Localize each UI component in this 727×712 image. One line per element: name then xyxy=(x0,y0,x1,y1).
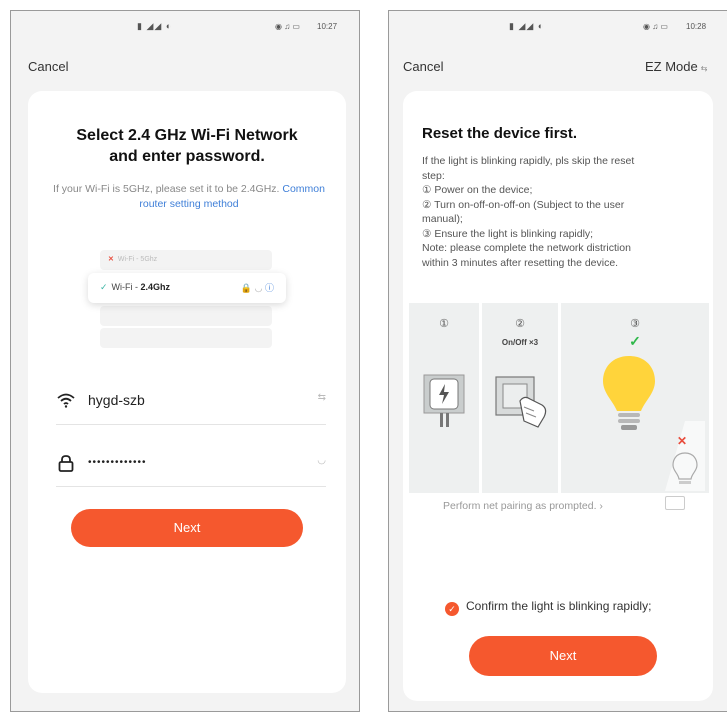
check-icon: ✓ xyxy=(100,282,108,292)
wifi-ssid-field[interactable]: hygd-szb ⇆ xyxy=(56,386,326,416)
reset-instructions-card: Reset the device first. If the light is … xyxy=(403,91,713,701)
step-number: ② xyxy=(515,318,525,330)
wifi-setup-screen: ▮ ◢◢ ◐ ◉ ♫ ▭ 10:27 Cancel Select 2.4 GHz… xyxy=(10,10,360,712)
reset-step-line: ① Power on the device; xyxy=(422,184,533,196)
next-button[interactable]: Next xyxy=(71,509,303,547)
steps-illustration: ① ② On/Off ×3 ③ ✓ ✕ xyxy=(409,303,709,493)
page-title: Select 2.4 GHz Wi-Fi Network and enter p… xyxy=(76,127,298,165)
step-3-panel: ③ ✓ ✕ xyxy=(561,303,709,493)
on-off-label: On/Off ×3 xyxy=(501,338,539,347)
checked-icon: ✓ xyxy=(445,602,459,616)
status-bar: ▮ ◢◢ ◐ ◉ ♫ ▭ 10:27 xyxy=(11,11,359,43)
info-icon: ⓘ xyxy=(264,283,274,293)
wifi-password-field[interactable]: ••••••••••••• ◡ xyxy=(56,449,326,479)
reset-step-line: ② Turn on-off-on-off-on (Subject to the … xyxy=(422,198,625,211)
status-icons: ◉ ♫ ▭ xyxy=(643,22,668,31)
status-bar: ▮ ◢◢ ◐ ◉ ♫ ▭ 10:28 xyxy=(389,11,727,43)
reset-step-line: If the light is blinking rapidly, pls sk… xyxy=(422,155,635,167)
light-switch-icon xyxy=(495,376,547,428)
reset-step-line: step: xyxy=(422,169,445,182)
light-bulb-on-icon xyxy=(603,356,655,430)
page-title: Reset the device first. xyxy=(422,125,578,142)
net-pairing-link[interactable]: Perform net pairing as prompted. › xyxy=(443,500,603,512)
ez-mode-button[interactable]: EZ Mode ⇆ xyxy=(645,59,707,74)
divider xyxy=(56,424,326,425)
reset-step-line: within 3 minutes after resetting the dev… xyxy=(422,256,619,269)
cross-icon: ✕ xyxy=(108,256,114,263)
divider xyxy=(56,486,326,487)
show-password-icon[interactable]: ◡ xyxy=(317,455,326,466)
step-number: ① xyxy=(439,318,449,330)
reset-steps-text: If the light is blinking rapidly, pls sk… xyxy=(422,154,703,270)
light-bulb-off-icon: ✕ xyxy=(665,421,705,491)
wifi-icon xyxy=(57,393,75,408)
wifi-5ghz-row: ✕ Wi-Fi - 5Ghz xyxy=(100,250,272,270)
svg-text:✕: ✕ xyxy=(677,434,687,448)
reset-device-screen: ▮ ◢◢ ◐ ◉ ♫ ▭ 10:28 Cancel EZ Mode ⇆ Reset… xyxy=(388,10,727,712)
wifi-signal-icon: 🔒 ◡ ⓘ xyxy=(240,283,274,293)
wifi-2-4ghz-row: ✓ Wi-Fi - 2.4Ghz 🔒 ◡ ⓘ xyxy=(88,273,286,303)
wifi-illustration: ✕ Wi-Fi - 5Ghz ✓ Wi-Fi - 2.4Ghz 🔒 ◡ ⓘ xyxy=(88,246,286,348)
status-icons: ◉ ♫ ▭ xyxy=(275,22,300,31)
step-number: ③ xyxy=(630,318,640,330)
cancel-button[interactable]: Cancel xyxy=(28,59,68,74)
lock-icon xyxy=(58,455,74,472)
status-time: 10:27 xyxy=(317,22,338,31)
switch-mode-icon: ⇆ xyxy=(700,64,708,73)
step-2-panel: ② On/Off ×3 xyxy=(482,303,558,493)
device-help-icon[interactable] xyxy=(665,496,685,510)
status-indicators: ▮ ◢◢ ◐ xyxy=(137,21,173,31)
password-value: ••••••••••••• xyxy=(88,457,147,468)
reset-step-line: Note: please complete the network distri… xyxy=(422,242,631,254)
status-time: 10:28 xyxy=(686,22,707,31)
power-plug-icon xyxy=(423,374,465,427)
cancel-button[interactable]: Cancel xyxy=(403,59,443,74)
switch-network-icon[interactable]: ⇆ xyxy=(318,392,326,403)
chevron-right-icon: › xyxy=(599,500,603,512)
wifi-form-card: Select 2.4 GHz Wi-Fi Network and enter p… xyxy=(28,91,346,693)
reset-step-line: manual); xyxy=(422,213,463,225)
step-1-panel: ① xyxy=(409,303,479,493)
confirm-blinking-checkbox[interactable]: ✓ Confirm the light is blinking rapidly; xyxy=(445,599,651,616)
check-icon: ✓ xyxy=(629,333,641,349)
ssid-value: hygd-szb xyxy=(88,392,145,408)
wifi-band-hint: If your Wi-Fi is 5GHz, please set it to … xyxy=(53,183,325,210)
next-button[interactable]: Next xyxy=(469,636,657,676)
reset-step-line: ③ Ensure the light is blinking rapidly; xyxy=(422,227,594,240)
status-indicators: ▮ ◢◢ ◐ xyxy=(509,21,545,31)
